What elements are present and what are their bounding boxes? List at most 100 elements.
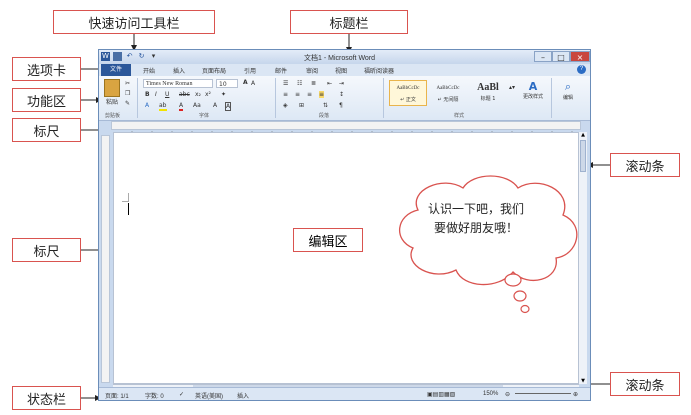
view-buttons-icon[interactable]: ▣▤▥▦▧	[427, 391, 455, 398]
style-heading-1[interactable]: AaBl 标题 1	[469, 80, 507, 106]
borders-icon[interactable]: ⊞	[299, 102, 304, 109]
maximize-button[interactable]: □	[552, 51, 570, 62]
align-left-icon[interactable]: ≡	[283, 91, 288, 98]
zoom-slider[interactable]	[515, 393, 571, 394]
status-language[interactable]: 英语(美国)	[195, 391, 223, 400]
font-color-icon[interactable]: A	[179, 102, 184, 111]
tab-foxit-reader[interactable]: 福昕阅读器	[364, 66, 394, 75]
change-styles-label: 更改样式	[522, 94, 543, 100]
minimize-button[interactable]: –	[534, 51, 552, 62]
italic-icon[interactable]: I	[155, 91, 157, 98]
font-name-select[interactable]: Times New Roman	[143, 79, 213, 88]
underline-icon[interactable]: U	[165, 91, 169, 98]
text-effect-icon[interactable]: A	[145, 102, 149, 109]
undo-icon[interactable]: ↶	[125, 52, 134, 61]
scroll-up-icon[interactable]: ▲	[579, 132, 587, 138]
styles-more-icon[interactable]: ▴▾	[509, 84, 515, 91]
status-mode[interactable]: 插入	[237, 391, 249, 400]
status-page[interactable]: 页面: 1/1	[105, 391, 129, 400]
strikethrough-icon[interactable]: abc	[179, 91, 190, 98]
tab-home[interactable]: 开始	[143, 66, 155, 75]
label-quick-access-toolbar: 快速访问工具栏	[53, 10, 215, 34]
margin-corner	[122, 193, 129, 202]
label-ruler-top: 标尺	[12, 118, 81, 142]
superscript-icon[interactable]: x²	[205, 91, 211, 98]
style-no-spacing-preview: AaBbCcDc	[436, 86, 460, 91]
show-marks-icon[interactable]: ¶	[339, 102, 343, 109]
char-border-icon[interactable]: A	[225, 102, 232, 111]
multilevel-icon[interactable]: ≣	[311, 80, 316, 87]
enlarge-icon[interactable]: A	[213, 102, 217, 109]
help-icon[interactable]: ?	[577, 65, 586, 74]
redo-icon[interactable]: ↻	[137, 52, 146, 61]
bubble-line-1: 认识一下吧，我们	[427, 202, 524, 216]
change-case-icon[interactable]: Aa	[193, 102, 201, 109]
align-right-icon[interactable]: ≡	[307, 91, 312, 98]
ribbon-tabs: 文件 开始 插入 页面布局 引用 邮件 审阅 视图 福昕阅读器 ?	[99, 64, 590, 76]
label-tabs: 选项卡	[12, 57, 81, 81]
zoom-out-icon[interactable]: ⊖	[505, 391, 510, 398]
change-styles-icon: A	[528, 80, 538, 93]
highlight-icon[interactable]: ab	[159, 102, 167, 111]
subscript-icon[interactable]: x₂	[195, 91, 201, 98]
style-normal[interactable]: AaBbCcDc ↵ 正文	[389, 80, 427, 106]
increase-indent-icon[interactable]: ⇥	[339, 80, 344, 87]
tab-references[interactable]: 引用	[244, 66, 256, 75]
word-logo-icon: W	[101, 52, 110, 61]
styles-group-label: 样式	[454, 113, 465, 119]
shrink-font-icon[interactable]: A	[251, 80, 255, 87]
close-button[interactable]: ×	[570, 51, 590, 62]
decrease-indent-icon[interactable]: ⇤	[327, 80, 332, 87]
status-bar: 页面: 1/1 字数: 0 ✓ 英语(美国) 插入 ▣▤▥▦▧ 150% ⊖ ⊕	[99, 387, 590, 400]
tab-file[interactable]: 文件	[101, 64, 131, 76]
bold-icon[interactable]: B	[145, 91, 150, 98]
cut-icon[interactable]: ✂	[125, 80, 130, 87]
status-words[interactable]: 字数: 0	[145, 391, 164, 400]
line-spacing-icon[interactable]: ↕	[339, 91, 344, 98]
style-normal-preview: AaBbCcDc	[396, 86, 420, 91]
vertical-ruler[interactable]	[101, 135, 110, 383]
tab-insert[interactable]: 插入	[173, 66, 185, 75]
editing-button[interactable]: ⌕ 编辑	[555, 80, 581, 101]
style-no-spacing[interactable]: AaBbCcDc ↵ 无间隔	[429, 80, 467, 106]
justify-icon[interactable]: ≡	[319, 91, 325, 98]
separator	[275, 78, 276, 118]
status-zoom[interactable]: 150%	[483, 391, 498, 397]
thought-bubble	[398, 175, 578, 314]
tab-page-layout[interactable]: 页面布局	[202, 66, 226, 75]
ribbon: 粘贴 ✂ ❐ ✎ 剪贴板 Times New Roman 10 A A B I …	[99, 76, 590, 121]
editing-label: 编辑	[562, 95, 573, 101]
clipboard-group-label: 剪贴板	[105, 113, 121, 119]
customize-toolbar-icon[interactable]: ▾	[149, 52, 158, 61]
tab-mailings[interactable]: 邮件	[275, 66, 287, 75]
paragraph-group-label: 段落	[319, 113, 330, 119]
numbering-icon[interactable]: ☷	[297, 80, 302, 87]
proofing-icon[interactable]: ✓	[179, 391, 184, 398]
find-icon: ⌕	[564, 80, 572, 93]
label-scrollbar-bottom: 滚动条	[610, 372, 680, 396]
paste-button[interactable]: 粘贴	[103, 79, 121, 109]
label-edit-area: 编辑区	[293, 228, 363, 252]
style-heading-1-name: 标题 1	[480, 96, 496, 102]
style-no-spacing-name: ↵ 无间隔	[437, 97, 459, 103]
tab-review[interactable]: 审阅	[306, 66, 318, 75]
copy-icon[interactable]: ❐	[125, 90, 130, 97]
scroll-thumb[interactable]	[580, 140, 586, 172]
change-styles-button[interactable]: A 更改样式	[519, 80, 547, 100]
sort-icon[interactable]: ⇅	[323, 102, 328, 109]
text-cursor	[128, 203, 129, 215]
bullets-icon[interactable]: ☰	[283, 80, 288, 87]
format-painter-icon[interactable]: ✎	[125, 100, 130, 107]
save-icon[interactable]	[113, 52, 122, 61]
style-normal-name: ↵ 正文	[400, 97, 416, 103]
clear-format-icon[interactable]: ✦	[221, 91, 226, 98]
tab-view[interactable]: 视图	[335, 66, 347, 75]
scroll-down-icon[interactable]: ▼	[579, 378, 587, 384]
font-size-select[interactable]: 10	[216, 79, 238, 88]
separator	[383, 78, 384, 118]
shading-icon[interactable]: ◈	[283, 102, 288, 109]
horizontal-ruler[interactable]	[111, 121, 581, 134]
align-center-icon[interactable]: ≡	[295, 91, 300, 98]
grow-font-icon[interactable]: A	[243, 79, 248, 86]
zoom-in-icon[interactable]: ⊕	[573, 391, 578, 398]
